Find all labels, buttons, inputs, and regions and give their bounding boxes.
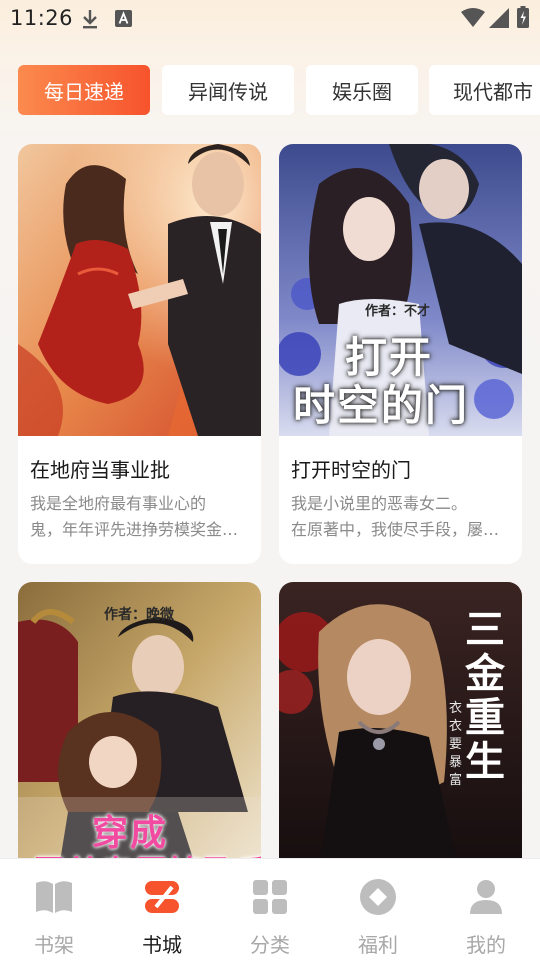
tab-daily-express[interactable]: 每日速递 <box>18 65 150 115</box>
book-cover <box>18 144 261 436</box>
tab-modern-urban[interactable]: 现代都市 <box>429 65 540 115</box>
book-title: 打开时空的门 <box>291 458 411 482</box>
grid-icon <box>253 880 287 914</box>
book-description: 我是全地府最有事业心的 鬼，年年评先进挣劳模奖金… <box>30 491 252 543</box>
cover-author-vertical: 衣衣要暴富 <box>449 701 463 788</box>
bottom-navigation: 书架 书城 分类 福利 我的 <box>0 858 540 960</box>
book-description: 我是小说里的恶毒女二。 在原著中，我使尽手段，屡… <box>291 491 513 543</box>
nav-bookshelf[interactable]: 书架 <box>0 859 108 960</box>
tab-label: 娱乐圈 <box>332 79 392 104</box>
tab-entertainment[interactable]: 娱乐圈 <box>306 65 418 115</box>
book-cover: 三金重生 衣衣要暴富 <box>279 582 522 874</box>
nav-label: 我的 <box>466 933 506 957</box>
tab-label: 每日速递 <box>44 79 124 104</box>
book-card[interactable]: 在地府当事业批 我是全地府最有事业心的 鬼，年年评先进挣劳模奖金… <box>18 144 261 564</box>
status-time: 11:26 <box>10 6 74 30</box>
nav-welfare[interactable]: 福利 <box>324 859 432 960</box>
wifi-icon <box>461 8 485 27</box>
book-description-line: 我是全地府最有事业心的 <box>30 494 207 513</box>
status-bar: 11:26 <box>0 0 540 38</box>
tab-label: 异闻传说 <box>188 79 268 104</box>
book-card[interactable]: 作者：不才 打开 时空的门 打开时空的门 我是小说里的恶毒女二。 在原著中，我使… <box>279 144 522 564</box>
book-cover: 作者：不才 打开 时空的门 <box>279 144 522 436</box>
nav-label: 书城 <box>142 933 182 957</box>
diamond-icon <box>360 879 396 915</box>
download-icon <box>83 10 97 29</box>
tab-label: 现代都市 <box>453 79 533 104</box>
nav-category[interactable]: 分类 <box>216 859 324 960</box>
nav-bookstore[interactable]: 书城 <box>108 859 216 960</box>
bookstore-icon <box>145 881 179 913</box>
user-icon <box>470 880 502 914</box>
tab-strange-legends[interactable]: 异闻传说 <box>162 65 294 115</box>
book-description-line: 在原著中，我使尽手段，屡… <box>291 520 500 539</box>
cover-title-line: 时空的门 <box>293 381 470 430</box>
nav-profile[interactable]: 我的 <box>432 859 540 960</box>
cover-author: 作者：不才 <box>365 304 431 319</box>
keyboard-a-icon <box>115 10 132 27</box>
book-description-line: 鬼，年年评先进挣劳模奖金… <box>30 520 239 539</box>
signal-icon <box>489 8 509 28</box>
category-tabs: 每日速递 异闻传说 娱乐圈 现代都市 <box>18 65 540 115</box>
book-cover: 作者：晚微 穿成 霸总专属掉孕后 <box>18 582 261 874</box>
book-description-line: 我是小说里的恶毒女二。 <box>291 494 468 513</box>
book-open-icon <box>36 881 72 913</box>
nav-label: 福利 <box>358 933 398 957</box>
battery-icon <box>517 6 529 28</box>
nav-label: 分类 <box>250 933 290 957</box>
nav-label: 书架 <box>34 933 74 957</box>
book-title: 在地府当事业批 <box>30 458 170 482</box>
cover-title-vertical: 三金重生 <box>465 606 505 785</box>
cover-author: 作者：晚微 <box>104 607 174 623</box>
